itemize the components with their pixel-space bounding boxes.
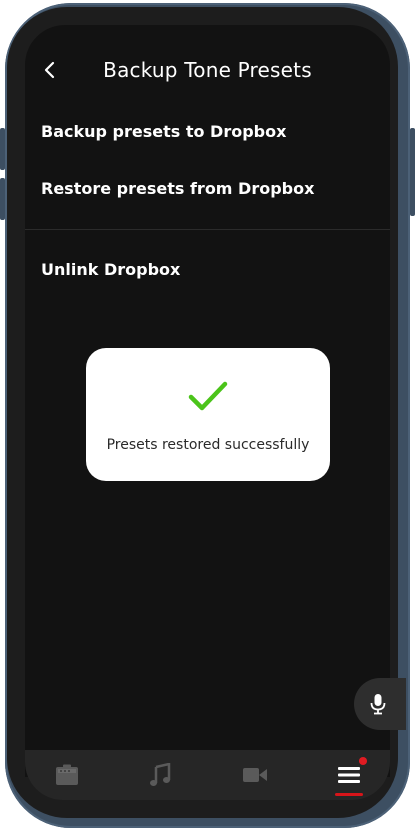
toast-message: Presets restored successfully bbox=[106, 437, 310, 453]
side-button-left-bottom bbox=[0, 178, 5, 220]
restore-presets-button[interactable]: Restore presets from Dropbox bbox=[41, 179, 314, 198]
unlink-dropbox-button[interactable]: Unlink Dropbox bbox=[41, 260, 180, 279]
app-screen: Backup Tone Presets Backup presets to Dr… bbox=[25, 25, 390, 777]
active-tab-indicator bbox=[335, 793, 363, 796]
tab-video[interactable] bbox=[215, 750, 295, 800]
notification-badge bbox=[359, 757, 367, 765]
divider bbox=[25, 229, 390, 230]
tab-music[interactable] bbox=[120, 750, 200, 800]
header: Backup Tone Presets bbox=[25, 25, 390, 115]
side-button-right bbox=[410, 128, 415, 216]
success-toast: Presets restored successfully bbox=[86, 348, 330, 481]
amplifier-icon bbox=[56, 764, 78, 785]
music-note-icon bbox=[150, 763, 171, 786]
checkmark-icon bbox=[188, 381, 228, 411]
page-title: Backup Tone Presets bbox=[103, 58, 312, 82]
tab-amp[interactable] bbox=[27, 750, 107, 800]
backup-presets-button[interactable]: Backup presets to Dropbox bbox=[41, 122, 286, 141]
microphone-button[interactable] bbox=[354, 678, 406, 730]
microphone-icon bbox=[370, 694, 386, 715]
hamburger-menu-icon bbox=[338, 767, 360, 783]
side-button-left-top bbox=[0, 128, 5, 170]
video-camera-icon bbox=[243, 768, 267, 782]
bottom-tab-bar bbox=[25, 750, 390, 800]
